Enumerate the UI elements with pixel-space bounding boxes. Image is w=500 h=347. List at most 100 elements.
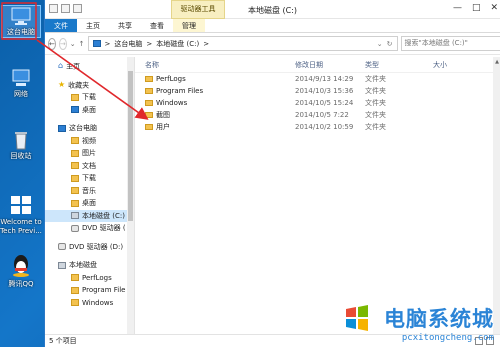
file-row-perflogs[interactable]: PerfLogs 2014/9/13 14:29 文件夹 (135, 73, 500, 85)
file-row-screenshots[interactable]: 截图 2014/10/5 7:22 文件夹 (135, 109, 500, 121)
folder-icon (71, 286, 79, 294)
video-folder-icon (71, 137, 79, 144)
scroll-up-icon[interactable]: ▲ (495, 59, 499, 65)
minimize-icon[interactable]: — (453, 3, 462, 13)
nav-label: 文档 (82, 161, 96, 170)
nav-item-downloads[interactable]: 下载 (45, 91, 134, 104)
back-icon[interactable]: ← (48, 37, 56, 50)
desktop-icon-label: 腾讯QQ (8, 280, 34, 288)
nav-label: 音乐 (82, 186, 96, 195)
nav-item-videos[interactable]: 视频 (45, 135, 134, 148)
file-row-windows[interactable]: Windows 2014/10/5 15:24 文件夹 (135, 97, 500, 109)
file-type: 文件夹 (365, 111, 386, 119)
content-scrollbar[interactable]: ▲ (493, 57, 500, 334)
nav-item-desktop[interactable]: 桌面 (45, 104, 134, 117)
folder-icon (145, 88, 153, 94)
windows-logo-icon (9, 194, 33, 216)
main-area: ⌂ 主页 ★ 收藏夹 下载 桌面 这台电脑 视频 图片 文档 下载 音乐 桌面 本地… (45, 57, 500, 334)
nav-item-home[interactable]: ⌂ 主页 (45, 60, 134, 73)
music-folder-icon (71, 187, 79, 194)
nav-scrollbar[interactable] (127, 57, 134, 334)
nav-item-dvd-drive[interactable]: DVD 驱动器 ( (45, 222, 134, 235)
download-folder-icon (71, 93, 79, 101)
nav-label: 本地磁盘 (69, 261, 97, 269)
brand-logo-icon (346, 305, 368, 331)
ribbon-tabs: 文件 主页 共享 查看 管理 (45, 19, 500, 33)
breadcrumb-this-pc[interactable]: 这台电脑 (114, 39, 142, 49)
dvd-drive-icon (58, 243, 66, 250)
maximize-icon[interactable]: □ (472, 3, 481, 13)
file-name: Program Files (156, 87, 204, 95)
item-count: 5 个项目 (49, 337, 77, 345)
nav-label: 主页 (66, 62, 81, 71)
file-type: 文件夹 (365, 75, 386, 83)
nav-label: 下载 (82, 93, 96, 101)
watermark: 电脑系统城 pcxitongcheng.com (344, 295, 494, 343)
nav-item-pictures[interactable]: 图片 (45, 147, 134, 160)
this-pc-icon (10, 6, 32, 26)
address-row: ← → ⌄ ↑ > 这台电脑 > 本地磁盘 (C:) > ⌄ ↻ 搜索"本地磁盘… (45, 33, 500, 55)
nav-item-program-files[interactable]: Program File (45, 284, 134, 297)
desktop-icon-this-pc[interactable]: 这台电脑 (1, 5, 41, 38)
nav-label: 图片 (82, 149, 96, 157)
forward-icon[interactable]: → (58, 37, 67, 50)
file-date: 2014/10/5 7:22 (295, 111, 349, 119)
explorer-window: 驱动器工具 本地磁盘 (C:) — □ ✕ 文件 主页 共享 查看 管理 ← →… (44, 0, 500, 347)
hard-drive-icon (71, 212, 79, 219)
file-type: 文件夹 (365, 99, 386, 107)
up-icon[interactable]: ↑ (79, 40, 85, 48)
desktop-icon-qq[interactable]: 腾讯QQ (2, 254, 40, 289)
nav-label: DVD 驱动器 (D:) (69, 242, 124, 251)
nav-item-desktop-pc[interactable]: 桌面 (45, 197, 134, 210)
file-name: 截图 (156, 111, 170, 119)
file-type: 文件夹 (365, 123, 386, 131)
column-size[interactable]: 大小 (423, 60, 463, 70)
desktop-icon-network[interactable]: 网络 (2, 68, 40, 99)
file-date: 2014/10/2 10:59 (295, 123, 354, 131)
nav-item-documents[interactable]: 文档 (45, 160, 134, 173)
tab-share[interactable]: 共享 (109, 19, 141, 32)
download-folder-icon (71, 174, 79, 182)
address-bar[interactable]: > 这台电脑 > 本地磁盘 (C:) > ⌄ ↻ (87, 36, 398, 51)
file-row-program-files[interactable]: Program Files 2014/10/3 15:36 文件夹 (135, 85, 500, 97)
network-icon (10, 68, 32, 88)
nav-label: Program File (82, 286, 126, 294)
tab-file[interactable]: 文件 (45, 19, 77, 32)
recent-locations-icon[interactable]: ⌄ (70, 40, 76, 48)
nav-item-local-disk[interactable]: 本地磁盘 (45, 259, 134, 272)
refresh-icon[interactable]: ↻ (387, 40, 393, 48)
nav-item-perflogs[interactable]: PerfLogs (45, 272, 134, 285)
close-icon[interactable]: ✕ (490, 3, 498, 13)
file-row-users[interactable]: 用户 2014/10/2 10:59 文件夹 (135, 121, 500, 133)
file-name: 用户 (156, 123, 170, 131)
nav-item-favorites[interactable]: ★ 收藏夹 (45, 79, 134, 92)
search-input[interactable]: 搜索"本地磁盘 (C:)" ⚲ (400, 36, 500, 51)
nav-item-downloads-pc[interactable]: 下载 (45, 172, 134, 185)
column-date-modified[interactable]: 修改日期 (285, 60, 355, 70)
desktop-icon-recycle-bin[interactable]: 回收站 (2, 130, 40, 161)
folder-icon (145, 124, 153, 130)
nav-scrollbar-thumb[interactable] (128, 71, 133, 221)
title-bar: 驱动器工具 本地磁盘 (C:) — □ ✕ (45, 0, 500, 19)
nav-item-local-disk-c[interactable]: 本地磁盘 (C:) (45, 209, 134, 222)
tab-home[interactable]: 主页 (77, 19, 109, 32)
nav-item-this-pc[interactable]: 这台电脑 (45, 122, 134, 135)
nav-label: 桌面 (82, 199, 96, 207)
desktop-icon-label: 网络 (14, 90, 28, 98)
nav-item-windows[interactable]: Windows (45, 297, 134, 310)
column-name[interactable]: 名称 (135, 60, 285, 70)
column-type[interactable]: 类型 (355, 60, 423, 70)
desktop-icon-label: Welcome to Tech Previ... (0, 218, 42, 235)
nav-label: 本地磁盘 (C:) (82, 211, 125, 220)
nav-item-dvd-d[interactable]: DVD 驱动器 (D:) (45, 241, 134, 254)
qq-icon (10, 254, 32, 278)
desktop-icon-label: 这台电脑 (7, 28, 35, 36)
breadcrumb-local-disk[interactable]: 本地磁盘 (C:) (156, 39, 199, 49)
tab-manage[interactable]: 管理 (173, 19, 205, 32)
pictures-folder-icon (71, 149, 79, 157)
dvd-drive-icon (71, 224, 79, 232)
tab-view[interactable]: 查看 (141, 19, 173, 32)
nav-item-music[interactable]: 音乐 (45, 185, 134, 198)
desktop-icon-welcome[interactable]: Welcome to Tech Previ... (0, 194, 42, 236)
address-dropdown-icon[interactable]: ⌄ (377, 40, 383, 48)
